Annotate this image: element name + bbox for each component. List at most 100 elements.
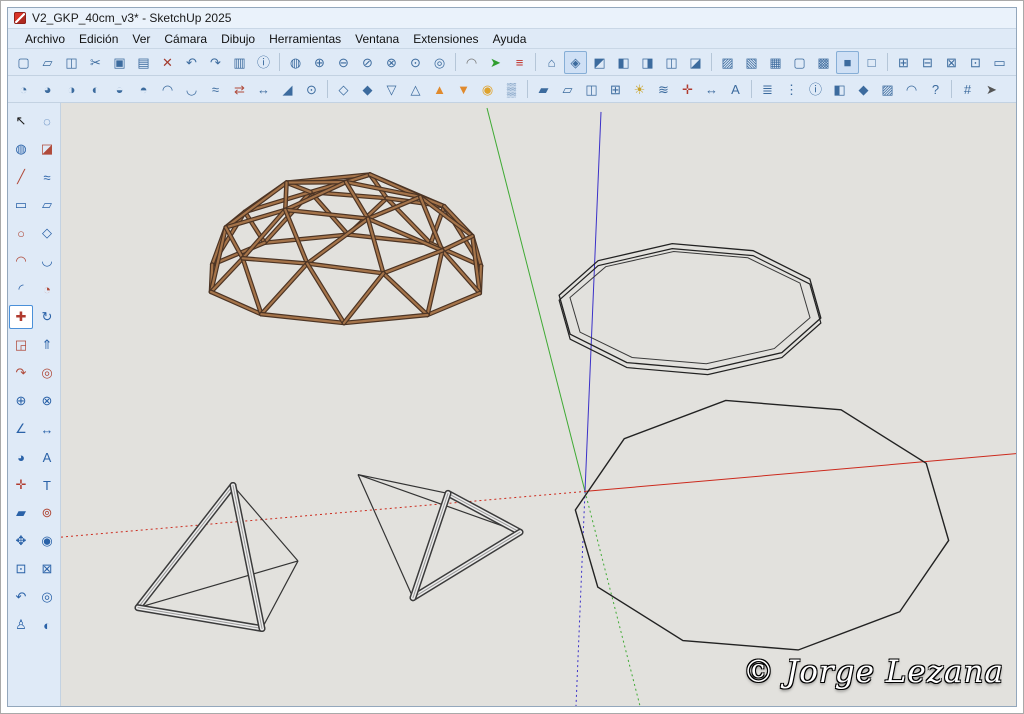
entity-info-button[interactable]: ⓘ bbox=[804, 78, 827, 101]
menu-ver[interactable]: Ver bbox=[125, 31, 157, 47]
rotate-tool[interactable]: ↻ bbox=[35, 305, 59, 329]
scenes-button[interactable]: ⊞ bbox=[604, 78, 627, 101]
normal-push-pull-button[interactable]: ◓ bbox=[132, 78, 155, 101]
menu-herramientas[interactable]: Herramientas bbox=[262, 31, 348, 47]
follow-me-tool[interactable]: ↷ bbox=[9, 361, 33, 385]
view-top-button[interactable]: ◩ bbox=[588, 51, 611, 74]
dimension-tool[interactable]: ↔ bbox=[35, 417, 59, 441]
scale-tool[interactable]: ◲ bbox=[9, 333, 33, 357]
union-button[interactable]: ⊕ bbox=[308, 51, 331, 74]
grid-button[interactable]: # bbox=[956, 78, 979, 101]
stretch-tool-button[interactable]: ↔ bbox=[252, 78, 275, 101]
menu-edicion[interactable]: Edición bbox=[72, 31, 125, 47]
drape-tool-button[interactable]: ▽ bbox=[380, 78, 403, 101]
menu-ventana[interactable]: Ventana bbox=[348, 31, 406, 47]
offset-tool[interactable]: ◎ bbox=[35, 361, 59, 385]
unhide-button[interactable]: ▯ bbox=[1012, 51, 1016, 74]
style-hidden-line-button[interactable]: ▢ bbox=[788, 51, 811, 74]
style-back-edges-button[interactable]: ▧ bbox=[740, 51, 763, 74]
explode-button[interactable]: ⊠ bbox=[940, 51, 963, 74]
section-plane-tool[interactable]: ▰ bbox=[9, 501, 33, 525]
menu-extensiones[interactable]: Extensiones bbox=[406, 31, 485, 47]
cut-button[interactable]: ✂ bbox=[84, 51, 107, 74]
open-file-button[interactable]: ▱ bbox=[36, 51, 59, 74]
freehand-tool[interactable]: ≈ bbox=[35, 165, 59, 189]
axes-display-button[interactable]: ✛ bbox=[676, 78, 699, 101]
undo-button[interactable]: ↶ bbox=[180, 51, 203, 74]
menu-dibujo[interactable]: Dibujo bbox=[214, 31, 262, 47]
section-display-button[interactable]: ◫ bbox=[580, 78, 603, 101]
lasso-tool[interactable]: ◌ bbox=[35, 109, 59, 133]
model-canvas[interactable]: © Jorge Lezana bbox=[61, 103, 1016, 706]
view-front-button[interactable]: ◧ bbox=[612, 51, 635, 74]
cone-marker-button[interactable]: ▲ bbox=[428, 78, 451, 101]
select-cursor-button[interactable]: ➤ bbox=[980, 78, 1003, 101]
model-viewport[interactable] bbox=[61, 103, 1016, 706]
pie-tool[interactable]: ◔ bbox=[35, 277, 59, 301]
round-corner-button[interactable]: ◔ bbox=[12, 78, 35, 101]
view-home-button[interactable]: ⌂ bbox=[540, 51, 563, 74]
make-component-button[interactable]: ⊞ bbox=[892, 51, 915, 74]
zoom-tool[interactable]: ◉ bbox=[35, 529, 59, 553]
instructor-button[interactable]: ? bbox=[924, 78, 947, 101]
view-left-button[interactable]: ◪ bbox=[684, 51, 707, 74]
arc-tool[interactable]: ◠ bbox=[9, 249, 33, 273]
menu-archivo[interactable]: Archivo bbox=[18, 31, 72, 47]
trim-button[interactable]: ⊘ bbox=[356, 51, 379, 74]
extension-list-button[interactable]: ≡ bbox=[508, 51, 531, 74]
eraser-tool[interactable]: ◪ bbox=[35, 137, 59, 161]
styles-panel-button[interactable]: ▨ bbox=[876, 78, 899, 101]
fog-button[interactable]: ≋ bbox=[652, 78, 675, 101]
funnel-marker-button[interactable]: ▼ bbox=[452, 78, 475, 101]
style-shaded-button[interactable]: ▩ bbox=[812, 51, 835, 74]
protractor-tool[interactable]: ◕ bbox=[9, 445, 33, 469]
outer-shell-button[interactable]: ◍ bbox=[284, 51, 307, 74]
lock-button[interactable]: ⊡ bbox=[964, 51, 987, 74]
tags-button[interactable]: ≣ bbox=[756, 78, 779, 101]
joint-push-pull-button[interactable]: ◐ bbox=[84, 78, 107, 101]
vector-push-pull-button[interactable]: ◒ bbox=[108, 78, 131, 101]
redo-button[interactable]: ↷ bbox=[204, 51, 227, 74]
intersect-faces-tool[interactable]: ⊗ bbox=[35, 389, 59, 413]
hide-button[interactable]: ▭ bbox=[988, 51, 1011, 74]
text-tool[interactable]: A bbox=[35, 445, 59, 469]
menu-ayuda[interactable]: Ayuda bbox=[486, 31, 534, 47]
three-point-arc-tool[interactable]: ◜ bbox=[9, 277, 33, 301]
tape-measure-tool[interactable]: ∠ bbox=[9, 417, 33, 441]
rotated-rectangle-tool[interactable]: ▱ bbox=[35, 193, 59, 217]
skin-tool-button[interactable]: ◆ bbox=[356, 78, 379, 101]
split-button[interactable]: ⊙ bbox=[404, 51, 427, 74]
previous-view-tool[interactable]: ↶ bbox=[9, 585, 33, 609]
extension-arc-button[interactable]: ◠ bbox=[460, 51, 483, 74]
extension-arrow-button[interactable]: ➤ bbox=[484, 51, 507, 74]
pan-tool[interactable]: ✥ bbox=[9, 529, 33, 553]
make-group-button[interactable]: ⊟ bbox=[916, 51, 939, 74]
section-plane-button[interactable]: ▰ bbox=[532, 78, 555, 101]
model-info-button[interactable]: ⓘ bbox=[252, 51, 275, 74]
style-textured-button[interactable]: ■ bbox=[836, 51, 859, 74]
stamp-tool-button[interactable]: △ bbox=[404, 78, 427, 101]
circle-tool[interactable]: ○ bbox=[9, 221, 33, 245]
view-iso-button[interactable]: ◈ bbox=[564, 51, 587, 74]
style-xray-button[interactable]: ▨ bbox=[716, 51, 739, 74]
soften-edges-button[interactable]: ◠ bbox=[900, 78, 923, 101]
select-tool[interactable]: ↖ bbox=[9, 109, 33, 133]
dimensions-button[interactable]: ↔ bbox=[700, 78, 723, 101]
section-fill-button[interactable]: ▱ bbox=[556, 78, 579, 101]
look-around-tool[interactable]: ◐ bbox=[35, 613, 59, 637]
outliner-button[interactable]: ⋮ bbox=[780, 78, 803, 101]
two-point-arc-tool[interactable]: ◡ bbox=[35, 249, 59, 273]
paint-bucket-tool[interactable]: ◍ bbox=[9, 137, 33, 161]
view-right-button[interactable]: ◨ bbox=[636, 51, 659, 74]
offset-corner-button[interactable]: ◑ bbox=[60, 78, 83, 101]
materials-button[interactable]: ◧ bbox=[828, 78, 851, 101]
curvizard-button[interactable]: ◡ bbox=[180, 78, 203, 101]
outer-shell-tool[interactable]: ⊕ bbox=[9, 389, 33, 413]
spotlight-button[interactable]: ◉ bbox=[476, 78, 499, 101]
position-camera-tool[interactable]: ◎ bbox=[35, 585, 59, 609]
shadows-button[interactable]: ☀ bbox=[628, 78, 651, 101]
intersect-button[interactable]: ⊗ bbox=[380, 51, 403, 74]
zoom-extents-tool[interactable]: ⊠ bbox=[35, 557, 59, 581]
rectangle-tool[interactable]: ▭ bbox=[9, 193, 33, 217]
move-tool[interactable]: ✚ bbox=[9, 305, 33, 329]
